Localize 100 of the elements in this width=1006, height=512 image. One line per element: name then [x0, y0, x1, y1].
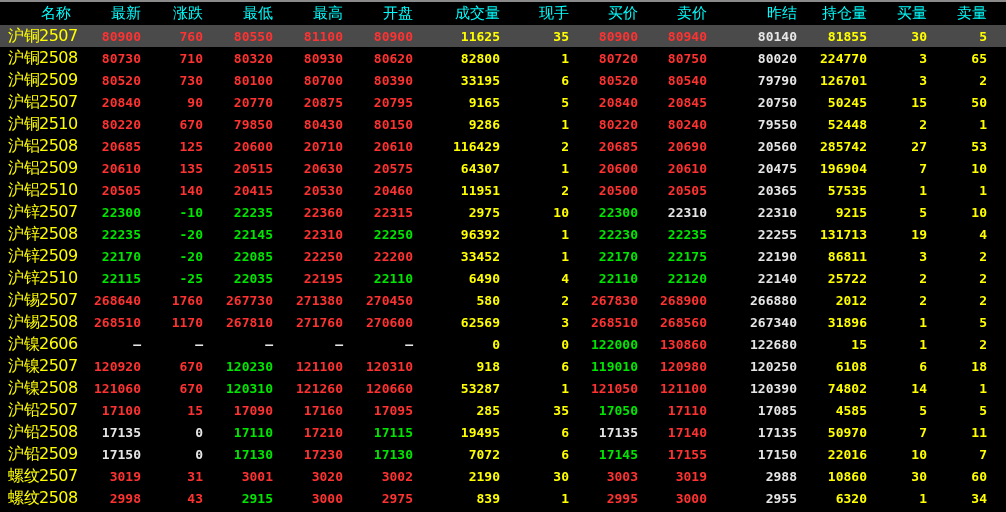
- table-cell-text: 22110: [597, 270, 638, 286]
- table-row[interactable]: 沪铜2508 80730 710 80320 80930 80620 82800 1 80720 80750 80020 224770 3 65: [0, 47, 1006, 69]
- table-cell-text: 20415: [232, 182, 273, 198]
- table-cell-text: 79550: [756, 116, 797, 132]
- contract-name: 沪铝2508: [7, 135, 79, 157]
- table-row[interactable]: 沪锡2508 268510 1170 267810 271760 270600 62569 3 268510 268560 267340 31896 1 5: [0, 311, 1006, 333]
- table-cell-text: 22170: [597, 248, 638, 264]
- table-cell-text: 20845: [666, 94, 707, 110]
- table-cell-text: 121060: [93, 380, 141, 396]
- table-cell-text: 121100: [295, 358, 343, 374]
- table-cell-text: 6: [560, 358, 569, 374]
- table-row[interactable]: 螺纹2507 3019 31 3001 3020 3002 2190 30 3003 3019 2988 10860 30 60: [0, 465, 1006, 487]
- table-cell-text: 17110: [232, 424, 273, 440]
- contract-name: 沪铝2509: [7, 157, 79, 179]
- table-row[interactable]: 沪铅2507 17100 15 17090 17160 17095 285 35 17050 17110 17085 4585 5 5: [0, 399, 1006, 421]
- table-row[interactable]: 沪铝2507 20840 90 20770 20875 20795 9165 5 20840 20845 20750 50245 15 50: [0, 91, 1006, 113]
- table-cell-text: 2: [560, 292, 569, 308]
- table-row[interactable]: 沪锌2510 22115 -25 22035 22195 22110 6490 4 22110 22120 22140 25722 2 2: [0, 267, 1006, 289]
- table-cell-text: 80520: [100, 72, 141, 88]
- table-cell-text: 2955: [764, 490, 797, 506]
- table-cell-text: 2: [918, 292, 927, 308]
- table-cell-text: 18: [970, 358, 987, 374]
- table-row[interactable]: 沪锌2508 22235 -20 22145 22310 22250 96392 1 22230 22235 22255 131713 19 4: [0, 223, 1006, 245]
- table-cell-text: 20365: [756, 182, 797, 198]
- table-cell-text: 64307: [459, 160, 500, 176]
- table-cell-text: 53287: [459, 380, 500, 396]
- table-cell-text: 285: [475, 402, 500, 418]
- table-row[interactable]: 沪铜2510 80220 670 79850 80430 80150 9286 1 80220 80240 79550 52448 2 1: [0, 113, 1006, 135]
- table-row[interactable]: 沪镍2606 — — — — — 0 0 122000 130860 122680 15 1 2: [0, 333, 1006, 355]
- table-cell-text: 17155: [666, 446, 707, 462]
- table-cell-text: 2: [560, 182, 569, 198]
- table-cell-text: 0: [560, 336, 569, 352]
- table-cell-text: 22300: [597, 204, 638, 220]
- table-cell-text: 17095: [372, 402, 413, 418]
- table-cell-text: 1: [560, 50, 569, 66]
- table-cell-text: 268640: [93, 292, 141, 308]
- table-cell-text: 6: [560, 446, 569, 462]
- table-cell-text: 17135: [100, 424, 141, 440]
- table-cell-text: 11951: [459, 182, 500, 198]
- table-row[interactable]: 沪铅2508 17135 0 17110 17210 17115 19495 6 17135 17140 17135 50970 7 11: [0, 421, 1006, 443]
- table-cell-text: 11625: [459, 28, 500, 44]
- column-header: 涨跌: [172, 4, 203, 23]
- table-cell-text: 20610: [100, 160, 141, 176]
- table-row[interactable]: 沪锌2507 22300 -10 22235 22360 22315 2975 10 22300 22310 22310 9215 5 10: [0, 201, 1006, 223]
- table-cell-text: 267830: [590, 292, 638, 308]
- table-cell-text: 17110: [666, 402, 707, 418]
- table-cell-text: 20840: [100, 94, 141, 110]
- table-cell-text: 267730: [225, 292, 273, 308]
- table-cell-text: 17150: [100, 446, 141, 462]
- table-cell-text: 34: [970, 490, 987, 506]
- table-row[interactable]: 沪铝2509 20610 135 20515 20630 20575 64307 1 20600 20610 20475 196904 7 10: [0, 157, 1006, 179]
- table-cell-text: 839: [475, 490, 500, 506]
- table-cell-text: 121260: [295, 380, 343, 396]
- table-cell-text: 9286: [467, 116, 500, 132]
- table-cell-text: 120660: [365, 380, 413, 396]
- table-cell-text: 135: [178, 160, 203, 176]
- table-row[interactable]: 沪锌2509 22170 -20 22085 22250 22200 33452 1 22170 22175 22190 86811 3 2: [0, 245, 1006, 267]
- table-cell-text: 80700: [302, 72, 343, 88]
- table-cell-text: 710: [178, 50, 203, 66]
- table-cell-text: 119010: [590, 358, 638, 374]
- table-cell-text: 2: [978, 248, 987, 264]
- table-row[interactable]: 螺纹2508 2998 43 2915 3000 2975 839 1 2995 3000 2955 6320 1 34: [0, 487, 1006, 509]
- table-cell-text: 14: [910, 380, 927, 396]
- table-row[interactable]: 沪铅2509 17150 0 17130 17230 17130 7072 6 17145 17155 17150 22016 10 7: [0, 443, 1006, 465]
- table-cell-text: 22190: [756, 248, 797, 264]
- table-cell-text: 80430: [302, 116, 343, 132]
- table-cell-text: 3: [918, 248, 927, 264]
- table-cell-text: 80720: [597, 50, 638, 66]
- table-cell-text: 80320: [232, 50, 273, 66]
- table-row[interactable]: 沪铜2507 80900 760 80550 81100 80900 11625 35 80900 80940 80140 81855 30 5: [0, 25, 1006, 47]
- table-cell-text: 17210: [302, 424, 343, 440]
- table-row[interactable]: 沪锡2507 268640 1760 267730 271380 270450 580 2 267830 268900 266880 2012 2 2: [0, 289, 1006, 311]
- table-cell-text: 22310: [666, 204, 707, 220]
- table-cell-text: 10: [970, 204, 987, 220]
- table-cell-text: 53: [970, 138, 987, 154]
- table-row[interactable]: 沪铝2510 20505 140 20415 20530 20460 11951 2 20500 20505 20365 57535 1 1: [0, 179, 1006, 201]
- table-cell-text: 1: [560, 116, 569, 132]
- contract-name: 沪镍2606: [7, 333, 79, 355]
- table-cell-text: 20685: [100, 138, 141, 154]
- contract-name: 沪锌2508: [7, 223, 79, 245]
- table-cell-text: 22235: [100, 226, 141, 242]
- table-cell-text: 22200: [372, 248, 413, 264]
- table-cell-text: 1: [918, 314, 927, 330]
- table-row[interactable]: 沪铜2509 80520 730 80100 80700 80390 33195 6 80520 80540 79790 126701 3 2: [0, 69, 1006, 91]
- table-cell-text: 80900: [372, 28, 413, 44]
- table-cell-text: 80100: [232, 72, 273, 88]
- table-row[interactable]: 沪镍2507 120920 670 120230 121100 120310 918 6 119010 120980 120250 6108 6 18: [0, 355, 1006, 377]
- contract-name: 沪铜2507: [7, 25, 79, 47]
- table-cell-text: -10: [178, 204, 203, 220]
- table-cell-text: 62569: [459, 314, 500, 330]
- table-cell-text: 140: [178, 182, 203, 198]
- table-cell-text: 6: [560, 424, 569, 440]
- table-row[interactable]: 沪铝2508 20685 125 20600 20710 20610 116429 2 20685 20690 20560 285742 27 53: [0, 135, 1006, 157]
- table-cell-text: 20505: [666, 182, 707, 198]
- table-cell-text: 80900: [597, 28, 638, 44]
- table-row[interactable]: 沪镍2508 121060 670 120310 121260 120660 53287 1 121050 121100 120390 74802 14 1: [0, 377, 1006, 399]
- table-cell-text: 31: [186, 468, 203, 484]
- column-header: 成交量: [454, 4, 500, 23]
- table-cell-text: 6: [560, 72, 569, 88]
- table-cell-text: 17090: [232, 402, 273, 418]
